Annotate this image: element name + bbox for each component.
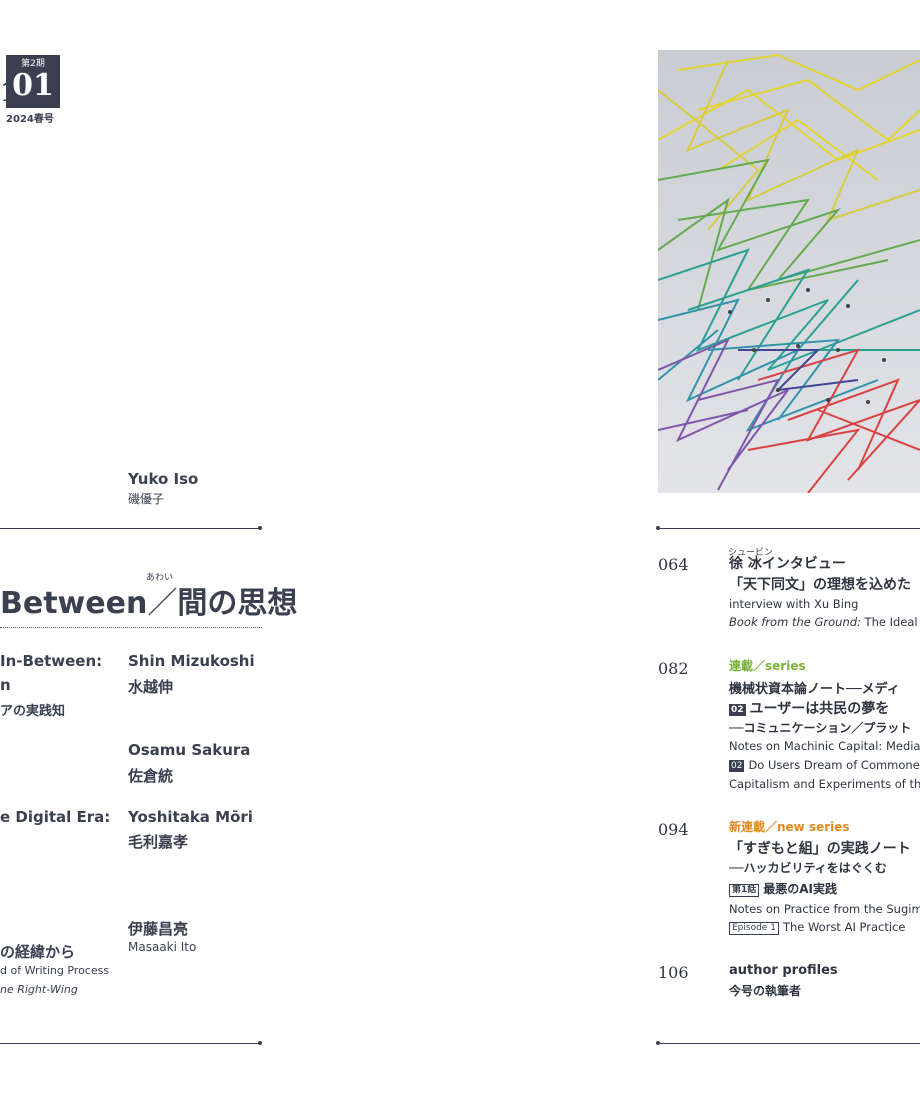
article-3-author-en: Yoshitaka Mōri <box>128 808 253 826</box>
toc-094-sub1: ──ハッカビリティをはぐくむ <box>729 861 887 875</box>
issue-volume: 第2期 <box>21 59 45 69</box>
toc-064-en-line2: Book from the Ground: The Ideal of <box>729 615 920 629</box>
article-4-author-en: Masaaki Ito <box>128 940 197 954</box>
feature-title-separator: ／ <box>147 586 178 621</box>
article-2-author-en: Osamu Sakura <box>128 741 251 759</box>
toc-064-page: 064 <box>658 555 689 574</box>
issue-number: 01 <box>12 68 54 103</box>
article-4-title-line2: d of Writing Process <box>0 964 110 977</box>
toc-082-sub1-text: ユーザーは共民の夢を <box>749 701 890 717</box>
toc-094-en-line1: Notes on Practice from the Sugimo <box>729 902 920 916</box>
divider-top-left <box>0 526 262 530</box>
toc-064-title: 徐 冰インタビュー <box>729 556 846 572</box>
toc-064-en-rest: The Ideal of <box>864 615 920 629</box>
toc-064-en-italic: Book from the Ground: <box>729 615 861 629</box>
toc-094-title: 「すぎもと組」の実践ノート <box>729 841 911 857</box>
feature-title: Between／間の思想 <box>0 578 297 622</box>
toc-064-en-line1: interview with Xu Bing <box>729 597 859 611</box>
toc-064-subtitle: 「天下同文」の理想を込めた <box>729 577 911 593</box>
toc-082-en-badge: 02 <box>729 760 745 772</box>
top-author-name-en: Yuko Iso <box>128 470 199 488</box>
toc-082-badge: 02 <box>729 704 746 716</box>
toc-082-en-line2: 02 Do Users Dream of Commone <box>729 758 920 772</box>
toc-082-en-line1: Notes on Machinic Capital: Media, <box>729 739 920 753</box>
toc-094-label: 新連載／new series <box>729 820 850 834</box>
article-3-author-jp: 毛利嘉孝 <box>128 833 189 851</box>
toc-082-page: 082 <box>658 659 689 678</box>
article-3-title-line1: e Digital Era: <box>0 808 111 826</box>
feature-dotted-rule <box>0 627 262 628</box>
feature-title-en: Between <box>0 586 148 621</box>
toc-082-title: 機械状資本論ノート──メディ <box>729 682 900 697</box>
toc-106-title: author profiles <box>729 963 838 978</box>
issue-date: 2024春号 <box>6 114 54 125</box>
toc-094-page: 094 <box>658 820 689 839</box>
top-author-name-jp: 磯優子 <box>128 492 165 506</box>
toc-106-page: 106 <box>658 963 689 982</box>
article-1-author-jp: 水越伸 <box>128 678 174 696</box>
toc-082-sub1: 02 ユーザーは共民の夢を <box>729 698 889 718</box>
divider-top-right <box>656 526 920 530</box>
toc-106-subtitle: 今号の執筆者 <box>729 984 802 998</box>
toc-094-en-line2: Episode 1 The Worst AI Practice <box>729 920 905 935</box>
feature-title-jp: 間の思想 <box>177 586 298 621</box>
article-4-author-jp: 伊藤昌亮 <box>128 920 189 938</box>
article-1-title-line3: アの実践知 <box>0 704 66 719</box>
divider-bottom-left <box>0 1041 262 1045</box>
issue-badge: 第2期 01 <box>6 55 60 108</box>
divider-bottom-right <box>656 1041 920 1045</box>
article-1-author-en: Shin Mizukoshi <box>128 652 255 670</box>
toc-082-en-line2-text: Do Users Dream of Commone <box>748 758 920 772</box>
article-4-title-line1: の経緯から <box>0 943 76 961</box>
article-1-title-line1: In-Between: <box>0 652 103 670</box>
article-4-title-line3: ne Right-Wing <box>0 983 78 996</box>
string-art-image <box>658 50 920 493</box>
toc-082-sub2: ──コミュニケーション／プラット <box>729 721 912 735</box>
toc-094-sub2-text: 最悪のAI実践 <box>763 882 838 896</box>
article-1-title-line2: n <box>0 676 11 694</box>
toc-094-badge: 第1話 <box>729 884 760 897</box>
toc-082-en-line3: Capitalism and Experiments of the <box>729 777 920 791</box>
toc-094-en-badge: Episode 1 <box>729 922 779 935</box>
toc-094-sub2: 第1話 最悪のAI実践 <box>729 880 837 897</box>
string-art-photo <box>658 50 920 493</box>
article-2-author-jp: 佐倉統 <box>128 767 174 785</box>
toc-082-label: 連載／series <box>729 659 806 673</box>
toc-094-en-line2-text: The Worst AI Practice <box>782 920 906 934</box>
